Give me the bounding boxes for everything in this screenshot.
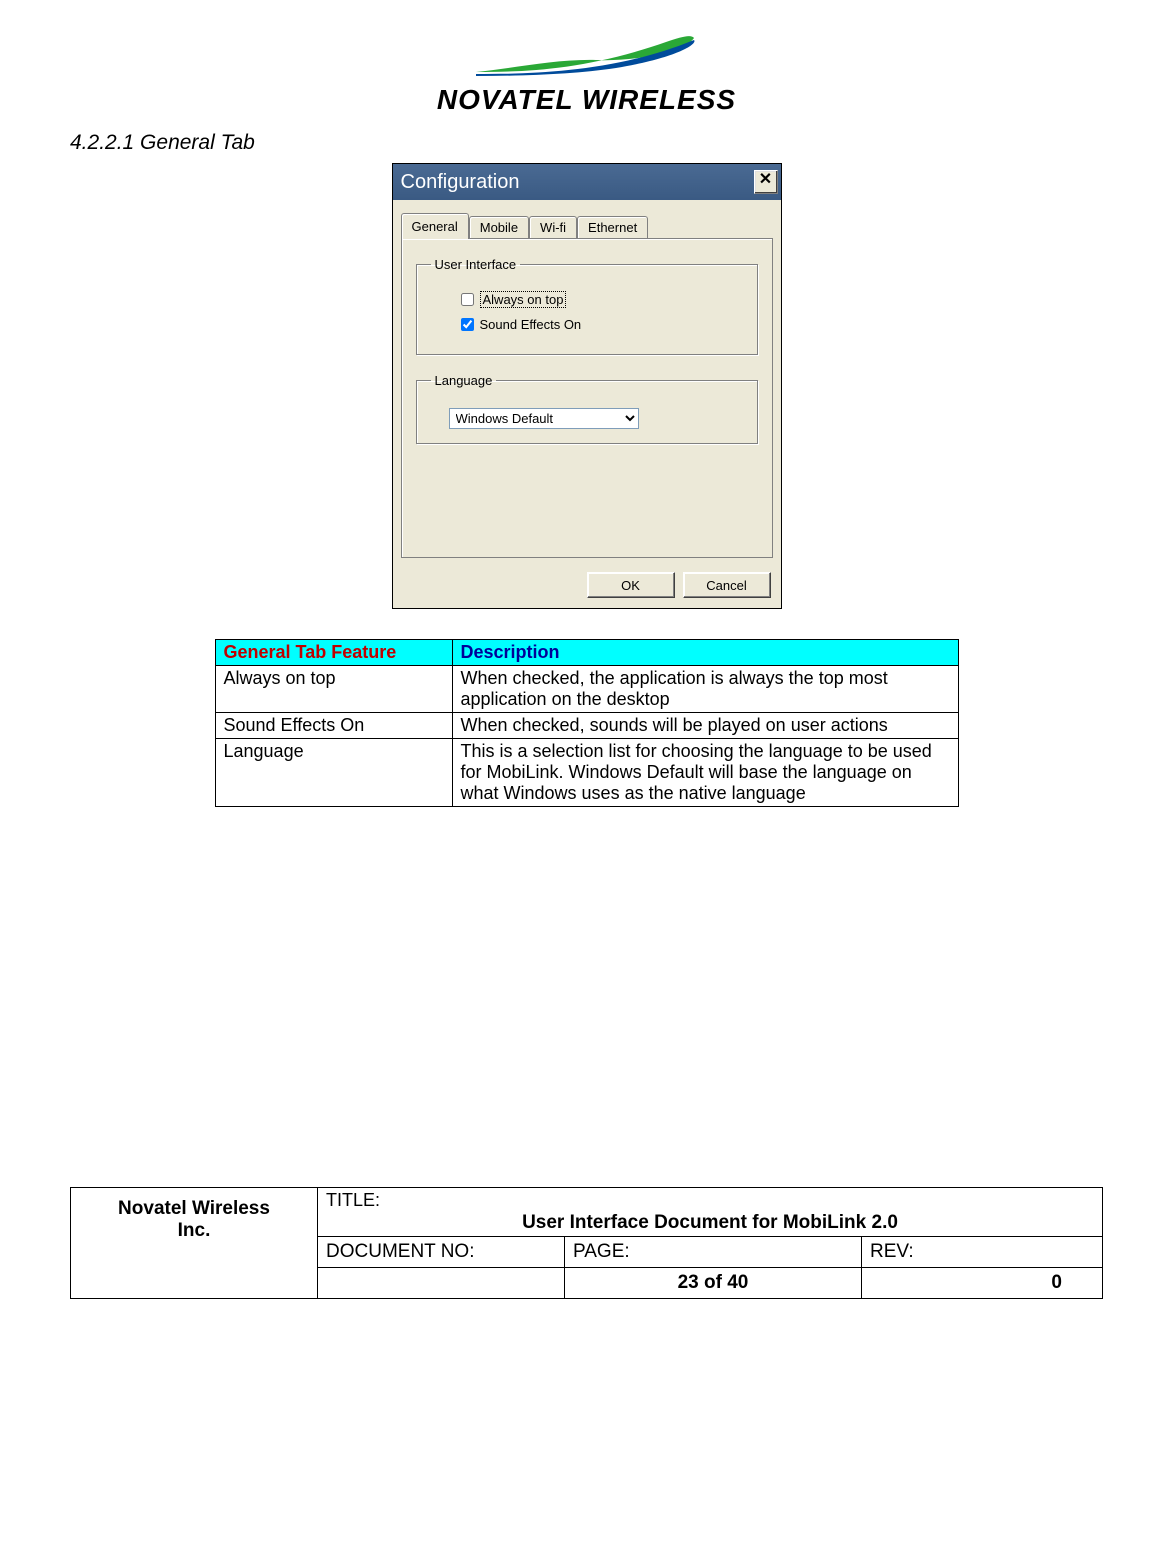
feature-table-header-description: Description bbox=[452, 640, 958, 666]
rev-label: REV: bbox=[862, 1237, 1103, 1268]
feature-cell: Language bbox=[215, 739, 452, 807]
group-user-interface-legend: User Interface bbox=[431, 257, 521, 272]
tab-strip: General Mobile Wi-fi Ethernet bbox=[393, 200, 781, 238]
tab-panel-general: User Interface Always on top Sound Effec… bbox=[401, 238, 773, 558]
doc-footer-table: Novatel Wireless Inc. TITLE: User Interf… bbox=[70, 1187, 1103, 1299]
feature-cell: Always on top bbox=[215, 666, 452, 713]
cancel-button[interactable]: Cancel bbox=[683, 572, 771, 598]
title-value: User Interface Document for MobiLink 2.0 bbox=[326, 1212, 1094, 1234]
description-cell: When checked, sounds will be played on u… bbox=[452, 713, 958, 739]
group-language: Language Windows Default bbox=[416, 373, 758, 444]
brand-text: NOVATEL WIRELESS bbox=[437, 84, 736, 116]
tab-mobile[interactable]: Mobile bbox=[469, 216, 529, 238]
group-user-interface: User Interface Always on top Sound Effec… bbox=[416, 257, 758, 355]
description-cell: This is a selection list for choosing th… bbox=[452, 739, 958, 807]
feature-table: General Tab Feature Description Always o… bbox=[215, 639, 959, 807]
configuration-dialog: Configuration ✕ General Mobile Wi-fi Eth… bbox=[392, 163, 782, 609]
feature-table-header-feature: General Tab Feature bbox=[215, 640, 452, 666]
page-label: PAGE: bbox=[565, 1237, 862, 1268]
group-language-legend: Language bbox=[431, 373, 497, 388]
tab-ethernet[interactable]: Ethernet bbox=[577, 216, 648, 238]
dialog-titlebar: Configuration ✕ bbox=[393, 164, 781, 200]
checkbox-always-on-top[interactable] bbox=[461, 293, 474, 306]
dialog-title: Configuration bbox=[401, 171, 520, 194]
logo: NOVATEL WIRELESS bbox=[70, 20, 1103, 116]
ok-button[interactable]: OK bbox=[587, 572, 675, 598]
company-cell: Novatel Wireless Inc. bbox=[71, 1188, 318, 1299]
title-label: TITLE: bbox=[326, 1190, 380, 1210]
rev-value: 0 bbox=[862, 1268, 1103, 1299]
language-select[interactable]: Windows Default bbox=[449, 408, 639, 429]
swoosh-icon bbox=[466, 20, 706, 80]
checkbox-always-on-top-label: Always on top bbox=[480, 291, 567, 308]
table-row: Sound Effects On When checked, sounds wi… bbox=[215, 713, 958, 739]
description-cell: When checked, the application is always … bbox=[452, 666, 958, 713]
company-name-line2: Inc. bbox=[178, 1220, 211, 1241]
checkbox-sound-effects[interactable] bbox=[461, 318, 474, 331]
section-heading: 4.2.2.1 General Tab bbox=[70, 131, 1103, 155]
table-row: Language This is a selection list for ch… bbox=[215, 739, 958, 807]
checkbox-sound-effects-label: Sound Effects On bbox=[480, 317, 582, 332]
table-row: Always on top When checked, the applicat… bbox=[215, 666, 958, 713]
feature-cell: Sound Effects On bbox=[215, 713, 452, 739]
company-name-line1: Novatel Wireless bbox=[118, 1198, 270, 1219]
close-icon[interactable]: ✕ bbox=[754, 170, 778, 194]
doc-no-label: DOCUMENT NO: bbox=[318, 1237, 565, 1268]
page-value: 23 of 40 bbox=[565, 1268, 862, 1299]
tab-general[interactable]: General bbox=[401, 213, 469, 239]
tab-wifi[interactable]: Wi-fi bbox=[529, 216, 577, 238]
